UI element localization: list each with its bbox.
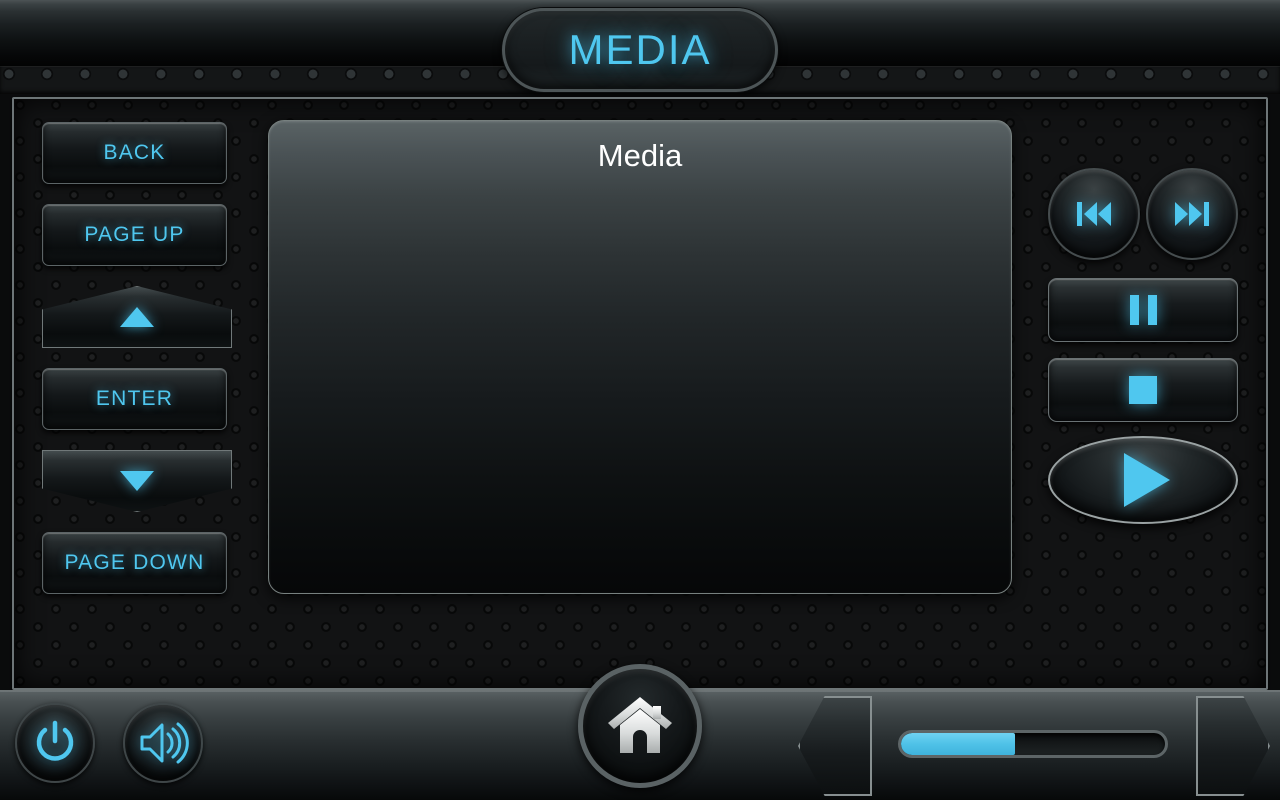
media-content-panel[interactable]: Media	[268, 120, 1012, 594]
speaker-volume-icon	[140, 722, 189, 764]
page-down-button[interactable]: PAGE DOWN	[42, 532, 227, 594]
arrow-down-button[interactable]	[42, 450, 232, 512]
previous-track-button[interactable]	[1048, 168, 1140, 260]
back-button-label: BACK	[103, 141, 166, 164]
next-page-button[interactable]	[1196, 696, 1270, 796]
page-title: MEDIA	[568, 26, 712, 73]
power-button[interactable]	[15, 703, 95, 783]
skip-previous-icon	[1077, 202, 1111, 226]
pause-icon	[1129, 295, 1157, 325]
arrow-up-button[interactable]	[42, 286, 232, 348]
page-down-button-label: PAGE DOWN	[64, 551, 205, 574]
back-button[interactable]: BACK	[42, 122, 227, 184]
enter-button-label: ENTER	[95, 387, 174, 410]
page-title-pill: MEDIA	[502, 8, 778, 92]
stop-button[interactable]	[1048, 358, 1238, 422]
media-remote-screen: MEDIA BACK PAGE UP ENTER PAGE DOWN Media	[0, 0, 1280, 800]
stop-icon	[1129, 376, 1157, 404]
home-icon	[608, 697, 672, 753]
chevron-left-icon	[798, 696, 872, 796]
volume-slider[interactable]	[898, 730, 1168, 758]
previous-page-button[interactable]	[798, 696, 872, 796]
page-up-button[interactable]: PAGE UP	[42, 204, 227, 266]
arrow-down-icon	[120, 471, 154, 491]
arrow-up-icon	[120, 307, 154, 327]
play-button[interactable]	[1048, 436, 1238, 524]
power-icon	[36, 720, 74, 761]
page-up-button-label: PAGE UP	[84, 223, 185, 246]
volume-slider-fill	[901, 733, 1015, 755]
media-panel-title: Media	[597, 138, 683, 173]
play-icon	[1124, 453, 1170, 507]
next-track-button[interactable]	[1146, 168, 1238, 260]
skip-next-icon	[1175, 202, 1209, 226]
volume-button[interactable]	[123, 703, 203, 783]
home-button[interactable]	[578, 664, 702, 788]
pause-button[interactable]	[1048, 278, 1238, 342]
chevron-right-icon	[1196, 696, 1270, 796]
enter-button[interactable]: ENTER	[42, 368, 227, 430]
